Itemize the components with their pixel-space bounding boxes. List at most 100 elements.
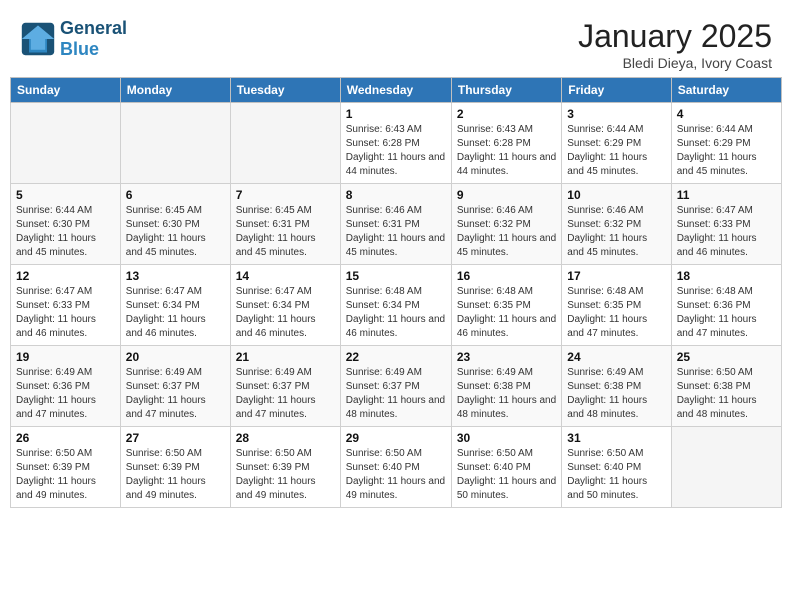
calendar-cell: 24 Sunrise: 6:49 AMSunset: 6:38 PMDayligh… — [562, 346, 671, 427]
day-info: Sunrise: 6:48 AMSunset: 6:36 PMDaylight:… — [677, 285, 776, 341]
day-info: Sunrise: 6:44 AMSunset: 6:29 PMDaylight:… — [677, 123, 776, 179]
calendar-cell — [11, 103, 121, 184]
calendar-week-row: 5 Sunrise: 6:44 AMSunset: 6:30 PMDaylight… — [11, 184, 782, 265]
day-info: Sunrise: 6:49 AMSunset: 6:38 PMDaylight:… — [567, 366, 665, 422]
weekday-header-saturday: Saturday — [671, 78, 781, 103]
day-number: 1 — [346, 107, 446, 121]
calendar-cell: 7 Sunrise: 6:45 AMSunset: 6:31 PMDaylight… — [230, 184, 340, 265]
calendar-cell: 10 Sunrise: 6:46 AMSunset: 6:32 PMDayligh… — [562, 184, 671, 265]
calendar-cell: 1 Sunrise: 6:43 AMSunset: 6:28 PMDaylight… — [340, 103, 451, 184]
calendar-cell: 25Sunrise: 6:50 AMSunset: 6:38 PMDayligh… — [671, 346, 781, 427]
day-info: Sunrise: 6:44 AMSunset: 6:30 PMDaylight:… — [16, 204, 115, 260]
day-number: 15 — [346, 269, 446, 283]
day-number: 3 — [567, 107, 665, 121]
calendar-table: SundayMondayTuesdayWednesdayThursdayFrid… — [10, 77, 782, 508]
day-number: 19 — [16, 350, 115, 364]
weekday-header-thursday: Thursday — [451, 78, 561, 103]
calendar-cell: 11Sunrise: 6:47 AMSunset: 6:33 PMDayligh… — [671, 184, 781, 265]
weekday-header-row: SundayMondayTuesdayWednesdayThursdayFrid… — [11, 78, 782, 103]
day-info: Sunrise: 6:47 AMSunset: 6:34 PMDaylight:… — [236, 285, 335, 341]
day-info: Sunrise: 6:50 AMSunset: 6:40 PMDaylight:… — [457, 447, 556, 503]
day-number: 24 — [567, 350, 665, 364]
day-number: 29 — [346, 431, 446, 445]
day-number: 16 — [457, 269, 556, 283]
day-info: Sunrise: 6:46 AMSunset: 6:31 PMDaylight:… — [346, 204, 446, 260]
logo-general: General — [60, 18, 127, 38]
calendar-cell: 3 Sunrise: 6:44 AMSunset: 6:29 PMDaylight… — [562, 103, 671, 184]
calendar-cell: 9Sunrise: 6:46 AMSunset: 6:32 PMDaylight… — [451, 184, 561, 265]
day-info: Sunrise: 6:50 AMSunset: 6:40 PMDaylight:… — [567, 447, 665, 503]
calendar-cell: 14 Sunrise: 6:47 AMSunset: 6:34 PMDayligh… — [230, 265, 340, 346]
day-info: Sunrise: 6:49 AMSunset: 6:37 PMDaylight:… — [346, 366, 446, 422]
day-info: Sunrise: 6:49 AMSunset: 6:38 PMDaylight:… — [457, 366, 556, 422]
calendar-cell: 27 Sunrise: 6:50 AMSunset: 6:39 PMDayligh… — [120, 427, 230, 508]
day-number: 27 — [126, 431, 225, 445]
day-number: 2 — [457, 107, 556, 121]
calendar-cell: 15Sunrise: 6:48 AMSunset: 6:34 PMDayligh… — [340, 265, 451, 346]
calendar-week-row: 19 Sunrise: 6:49 AMSunset: 6:36 PMDayligh… — [11, 346, 782, 427]
calendar-cell: 12 Sunrise: 6:47 AMSunset: 6:33 PMDayligh… — [11, 265, 121, 346]
calendar-cell: 18 Sunrise: 6:48 AMSunset: 6:36 PMDayligh… — [671, 265, 781, 346]
day-info: Sunrise: 6:50 AMSunset: 6:39 PMDaylight:… — [126, 447, 225, 503]
calendar-cell: 6Sunrise: 6:45 AMSunset: 6:30 PMDaylight… — [120, 184, 230, 265]
calendar-cell: 20 Sunrise: 6:49 AMSunset: 6:37 PMDayligh… — [120, 346, 230, 427]
calendar-cell: 21 Sunrise: 6:49 AMSunset: 6:37 PMDayligh… — [230, 346, 340, 427]
day-number: 26 — [16, 431, 115, 445]
weekday-header-wednesday: Wednesday — [340, 78, 451, 103]
calendar-cell: 22 Sunrise: 6:49 AMSunset: 6:37 PMDayligh… — [340, 346, 451, 427]
day-number: 4 — [677, 107, 776, 121]
day-number: 8 — [346, 188, 446, 202]
weekday-header-tuesday: Tuesday — [230, 78, 340, 103]
day-info: Sunrise: 6:47 AMSunset: 6:34 PMDaylight:… — [126, 285, 225, 341]
calendar-cell: 13 Sunrise: 6:47 AMSunset: 6:34 PMDayligh… — [120, 265, 230, 346]
day-info: Sunrise: 6:50 AMSunset: 6:39 PMDaylight:… — [16, 447, 115, 503]
day-info: Sunrise: 6:43 AMSunset: 6:28 PMDaylight:… — [457, 123, 556, 179]
day-number: 13 — [126, 269, 225, 283]
day-number: 22 — [346, 350, 446, 364]
calendar-cell: 28Sunrise: 6:50 AMSunset: 6:39 PMDayligh… — [230, 427, 340, 508]
day-number: 5 — [16, 188, 115, 202]
day-info: Sunrise: 6:46 AMSunset: 6:32 PMDaylight:… — [567, 204, 665, 260]
day-number: 14 — [236, 269, 335, 283]
day-number: 31 — [567, 431, 665, 445]
location-subtitle: Bledi Dieya, Ivory Coast — [578, 55, 772, 71]
day-number: 12 — [16, 269, 115, 283]
logo-blue: Blue — [60, 39, 99, 59]
calendar-week-row: 26 Sunrise: 6:50 AMSunset: 6:39 PMDayligh… — [11, 427, 782, 508]
day-info: Sunrise: 6:49 AMSunset: 6:37 PMDaylight:… — [236, 366, 335, 422]
page-header: General Blue January 2025 Bledi Dieya, I… — [10, 10, 782, 77]
day-number: 28 — [236, 431, 335, 445]
calendar-cell: 16Sunrise: 6:48 AMSunset: 6:35 PMDayligh… — [451, 265, 561, 346]
day-info: Sunrise: 6:43 AMSunset: 6:28 PMDaylight:… — [346, 123, 446, 179]
logo-icon — [20, 21, 56, 57]
day-info: Sunrise: 6:48 AMSunset: 6:35 PMDaylight:… — [567, 285, 665, 341]
day-number: 21 — [236, 350, 335, 364]
day-number: 17 — [567, 269, 665, 283]
day-number: 18 — [677, 269, 776, 283]
day-info: Sunrise: 6:49 AMSunset: 6:37 PMDaylight:… — [126, 366, 225, 422]
calendar-week-row: 1 Sunrise: 6:43 AMSunset: 6:28 PMDaylight… — [11, 103, 782, 184]
day-info: Sunrise: 6:47 AMSunset: 6:33 PMDaylight:… — [677, 204, 776, 260]
calendar-cell: 19 Sunrise: 6:49 AMSunset: 6:36 PMDayligh… — [11, 346, 121, 427]
calendar-cell: 5 Sunrise: 6:44 AMSunset: 6:30 PMDaylight… — [11, 184, 121, 265]
day-info: Sunrise: 6:50 AMSunset: 6:38 PMDaylight:… — [677, 366, 776, 422]
title-block: January 2025 Bledi Dieya, Ivory Coast — [578, 18, 772, 71]
calendar-cell — [230, 103, 340, 184]
day-info: Sunrise: 6:49 AMSunset: 6:36 PMDaylight:… — [16, 366, 115, 422]
weekday-header-monday: Monday — [120, 78, 230, 103]
day-info: Sunrise: 6:44 AMSunset: 6:29 PMDaylight:… — [567, 123, 665, 179]
day-info: Sunrise: 6:45 AMSunset: 6:31 PMDaylight:… — [236, 204, 335, 260]
calendar-cell: 26 Sunrise: 6:50 AMSunset: 6:39 PMDayligh… — [11, 427, 121, 508]
day-info: Sunrise: 6:47 AMSunset: 6:33 PMDaylight:… — [16, 285, 115, 341]
logo-text: General Blue — [60, 18, 127, 60]
day-number: 30 — [457, 431, 556, 445]
day-number: 10 — [567, 188, 665, 202]
day-number: 6 — [126, 188, 225, 202]
day-number: 20 — [126, 350, 225, 364]
calendar-cell: 4 Sunrise: 6:44 AMSunset: 6:29 PMDaylight… — [671, 103, 781, 184]
day-number: 23 — [457, 350, 556, 364]
day-info: Sunrise: 6:50 AMSunset: 6:40 PMDaylight:… — [346, 447, 446, 503]
calendar-cell: 29 Sunrise: 6:50 AMSunset: 6:40 PMDayligh… — [340, 427, 451, 508]
calendar-cell: 31 Sunrise: 6:50 AMSunset: 6:40 PMDayligh… — [562, 427, 671, 508]
day-number: 7 — [236, 188, 335, 202]
